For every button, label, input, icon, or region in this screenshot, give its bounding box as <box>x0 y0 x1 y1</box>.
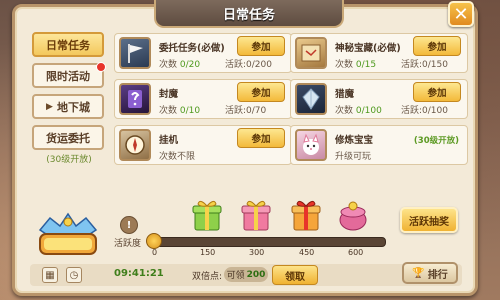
activity-value: 0/100 <box>422 106 448 116</box>
task-card-train-pet: 修炼宝宝 (30级开放) 升级可玩 <box>290 125 468 165</box>
activity-label: 活跃: <box>401 106 423 116</box>
claimable-value: 200 <box>246 269 266 280</box>
flag-icon <box>119 37 151 69</box>
task-count: 次数 0/15 <box>335 57 376 70</box>
join-button[interactable]: 参加 <box>413 36 461 56</box>
level-requirement: (30级开放) <box>413 136 459 146</box>
ranking-button[interactable]: 🏆 排行 <box>402 262 458 284</box>
gift-box-icon[interactable] <box>192 198 222 232</box>
claim-button[interactable]: 领取 <box>272 265 318 285</box>
tab-label: 地下城 <box>56 100 90 114</box>
demon-icon <box>119 83 151 115</box>
task-card-seal-demon: 封魔 次数 0/10 活跃:0/70 参加 <box>114 79 292 119</box>
activity-label: 活跃: <box>225 106 247 116</box>
task-activity: 活跃:0/150 <box>401 57 448 70</box>
game-logo-icon <box>38 212 98 255</box>
activity-value: 0/200 <box>246 60 272 70</box>
gift-box-icon[interactable] <box>291 198 321 232</box>
grid-menu-icon[interactable]: ▦ <box>42 267 58 283</box>
tab-label: 日常任务 <box>46 38 90 52</box>
tab-label: 货运委托 <box>46 131 90 145</box>
task-count: 次数 0/100 <box>335 103 382 116</box>
claimable-points: 可领 200 <box>224 267 268 282</box>
task-name: 修炼宝宝 <box>335 135 374 146</box>
milestone-3: 450 <box>299 248 315 257</box>
cargo-level-requirement: (30级开放) <box>46 155 92 165</box>
countdown-timer: 09:41:21 <box>114 268 164 279</box>
task-activity: 活跃:0/70 <box>225 103 266 116</box>
pet-cat-icon <box>295 129 327 161</box>
info-icon[interactable]: ! <box>120 216 138 234</box>
close-icon: ✕ <box>453 3 469 25</box>
count-label: 次数 <box>335 60 354 70</box>
milestone-1: 150 <box>200 248 216 257</box>
window-title-text: 日常任务 <box>222 7 275 23</box>
ranking-label: 排行 <box>427 269 448 281</box>
join-button[interactable]: 参加 <box>237 82 285 102</box>
tab-cargo-commission[interactable]: 货运委托 <box>32 125 104 150</box>
tab-daily-tasks[interactable]: 日常任务 <box>32 32 104 57</box>
task-name: 挂机 <box>159 135 179 146</box>
task-card-idle: 挂机 次数不限 参加 <box>114 125 292 165</box>
activity-label: 活跃: <box>401 60 423 70</box>
alarm-clock-icon[interactable]: ◷ <box>66 267 82 283</box>
join-button[interactable]: 参加 <box>237 36 285 56</box>
milestone-4: 600 <box>348 248 364 257</box>
task-count: 次数不限 <box>159 152 196 162</box>
task-card-hunt-demon: 猎魔 次数 0/100 活跃:0/100 参加 <box>290 79 468 119</box>
notification-dot-icon <box>96 62 106 72</box>
activity-label: 活跃: <box>225 60 247 70</box>
count-label: 次数 <box>159 106 178 116</box>
compass-icon <box>119 129 151 161</box>
activity-lottery-button[interactable]: 活跃抽奖 <box>400 207 458 233</box>
task-count: 次数 0/10 <box>159 103 200 116</box>
tab-dungeon[interactable]: ▶ 地下城 <box>32 94 104 119</box>
task-name: 封魔 <box>159 89 179 100</box>
count-value: 0/100 <box>355 106 382 116</box>
milestone-2: 300 <box>249 248 265 257</box>
task-status: 升级可玩 <box>335 152 372 162</box>
activity-value: 0/150 <box>422 60 448 70</box>
task-name: 委托任务(必做) <box>159 43 225 54</box>
join-button[interactable]: 参加 <box>237 128 285 148</box>
activity-label: 活跃度 <box>114 239 142 249</box>
join-button[interactable]: 参加 <box>413 82 461 102</box>
treasure-map-icon <box>295 37 327 69</box>
coin-icon <box>146 233 162 249</box>
tab-limited-events[interactable]: 限时活动 <box>32 62 106 88</box>
crystal-icon <box>295 83 327 115</box>
milestone-start: 0 <box>152 248 158 257</box>
count-value: 0/15 <box>355 60 377 70</box>
count-label: 次数 <box>335 106 354 116</box>
task-activity: 活跃:0/200 <box>225 57 272 70</box>
trophy-icon: 🏆 <box>412 267 425 279</box>
activity-value: 0/70 <box>246 106 267 116</box>
bottom-bar: ▦ ◷ 09:41:21 双倍点: 可领 200 领取 <box>30 264 462 286</box>
task-card-treasure: 神秘宝藏(必做) 次数 0/15 活跃:0/150 参加 <box>290 33 468 73</box>
task-count: 次数 0/20 <box>159 57 200 70</box>
count-value: 0/20 <box>179 60 201 70</box>
task-name: 猎魔 <box>335 89 355 100</box>
task-activity: 活跃:0/100 <box>401 103 448 116</box>
expand-arrow-icon: ▶ <box>46 101 53 112</box>
task-card-commission: 委托任务(必做) 次数 0/20 活跃:0/200 参加 <box>114 33 292 73</box>
task-name: 神秘宝藏(必做) <box>335 43 401 54</box>
sidebar: 日常任务 限时活动 ▶ 地下城 货运委托 (30级开放) <box>32 32 106 165</box>
close-button[interactable]: ✕ <box>448 1 474 27</box>
gift-box-icon[interactable] <box>241 198 271 232</box>
activity-progress-bar <box>150 237 386 247</box>
window-title: 日常任务 <box>154 0 344 28</box>
claimable-label: 可领 <box>226 271 245 281</box>
double-points-label: 双倍点: <box>192 272 223 282</box>
count-value: 0/10 <box>179 106 201 116</box>
count-label: 次数 <box>159 60 178 70</box>
gift-box-icon[interactable] <box>338 198 368 232</box>
tab-label: 限时活动 <box>46 69 90 83</box>
